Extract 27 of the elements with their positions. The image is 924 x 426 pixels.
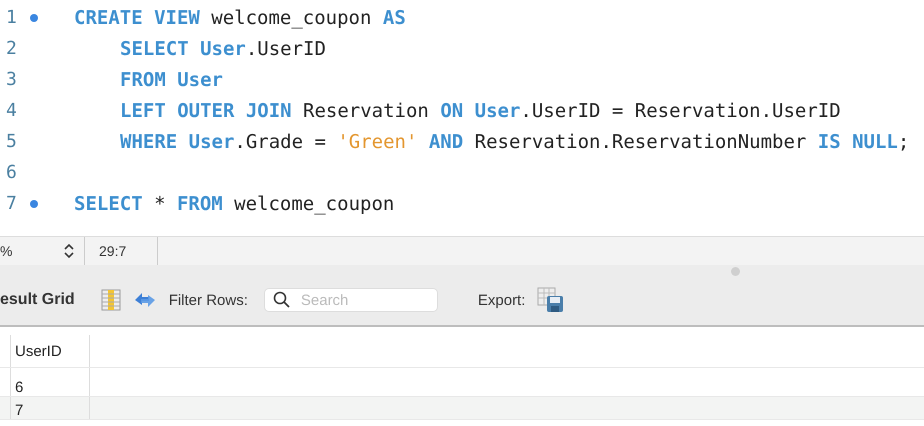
- export-icon[interactable]: [537, 287, 566, 313]
- splitter-handle[interactable]: [731, 267, 740, 276]
- code-line: FROM User: [119, 68, 223, 90]
- zoom-level: %: [0, 243, 12, 259]
- table-cell: 6: [10, 368, 90, 396]
- code-line: CREATE VIEW welcome_coupon AS: [74, 6, 406, 28]
- code-line: WHERE User.Grade = 'Green' AND Reservation.ReservationNumber IS NULL;: [119, 130, 910, 152]
- stepper-icon[interactable]: [64, 243, 74, 259]
- line-number: 2: [5, 38, 18, 59]
- line-number: 6: [5, 162, 18, 183]
- filter-label: Filter Rows:: [168, 292, 248, 308]
- table-cell: 7: [10, 397, 90, 419]
- line-number: 7: [5, 193, 18, 214]
- search-icon: [272, 291, 291, 309]
- columns-icon[interactable]: [100, 289, 121, 311]
- code-line: SELECT User.UserID: [119, 38, 326, 60]
- line-number: 5: [5, 131, 18, 152]
- line-number: 3: [5, 69, 18, 90]
- code-line: SELECT * FROM welcome_coupon: [74, 192, 394, 214]
- line-number: 4: [5, 100, 18, 121]
- code-line: LEFT OUTER JOIN Reservation ON User.UserID = Reservation.UserID: [119, 100, 841, 122]
- cursor-position: 29:7: [99, 243, 126, 259]
- export-label: Export:: [478, 292, 526, 308]
- search-field[interactable]: Search: [264, 288, 438, 312]
- line-number: 1: [5, 7, 18, 28]
- panel-title: esult Grid: [0, 291, 75, 309]
- column-header[interactable]: UserID: [10, 335, 90, 367]
